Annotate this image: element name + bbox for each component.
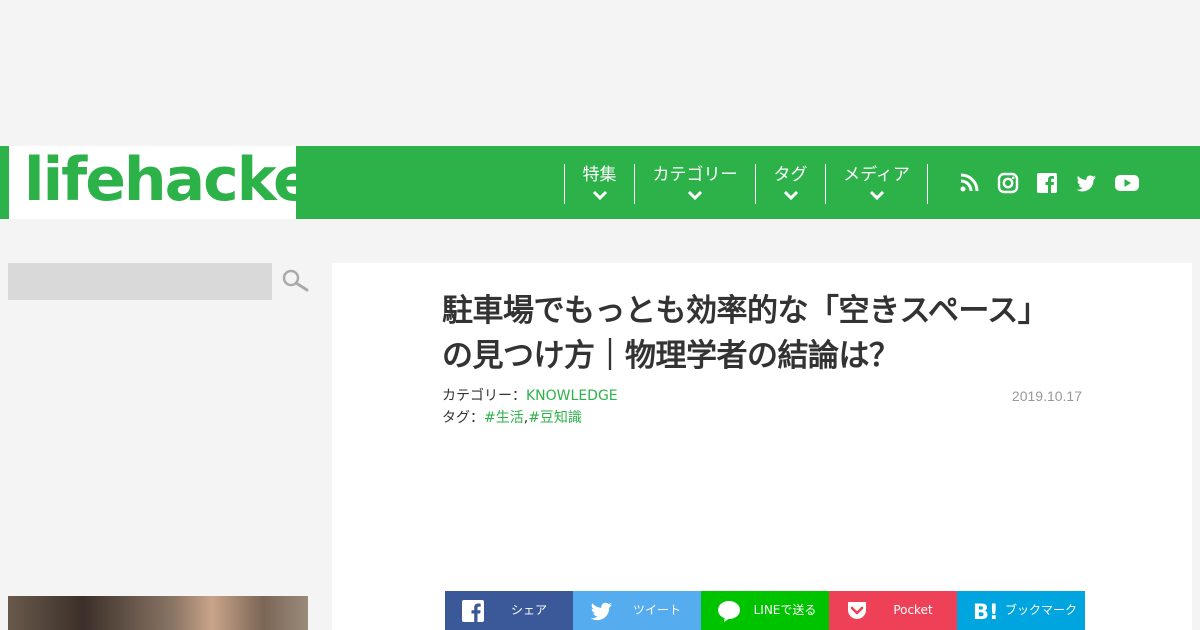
nav-item-category[interactable]: カテゴリー xyxy=(635,164,755,204)
nav-divider xyxy=(927,164,928,204)
category-label: カテゴリー： xyxy=(442,388,526,404)
chevron-down-icon xyxy=(783,190,798,200)
nav-item-media[interactable]: メディア xyxy=(826,164,927,204)
category-link[interactable]: KNOWLEDGE xyxy=(526,388,618,404)
pocket-share-button[interactable]: Pocket xyxy=(829,591,957,630)
search-icon[interactable] xyxy=(280,268,310,294)
share-label: LINEで送る xyxy=(753,603,817,617)
line-share-button[interactable]: LINEで送る xyxy=(701,591,829,630)
sidebar-article-thumbnail[interactable] xyxy=(8,596,308,630)
logo-stripe xyxy=(0,146,9,219)
article-tags: タグ：#生活,#豆知識 xyxy=(442,407,582,427)
share-label: Pocket xyxy=(893,603,933,617)
tags-label: タグ： xyxy=(442,410,484,426)
instagram-icon[interactable] xyxy=(997,172,1019,194)
nav-label: 特集 xyxy=(582,165,617,185)
article-category: カテゴリー：KNOWLEDGE xyxy=(442,385,618,405)
nav-label: メディア xyxy=(843,165,910,185)
twitter-icon[interactable] xyxy=(1075,172,1097,194)
facebook-icon[interactable] xyxy=(1036,172,1058,194)
article-date: 2019.10.17 xyxy=(1011,388,1082,404)
tag-link[interactable]: #生活 xyxy=(484,410,524,426)
chevron-down-icon xyxy=(869,190,884,200)
share-label: ブックマーク xyxy=(1004,603,1077,617)
article-card: 駐車場でもっとも効率的な「空きスペース」 の見つけ方｜物理学者の結論は？ カテゴ… xyxy=(332,263,1192,630)
article-title-line1: 駐車場でもっとも効率的な「空きスペース」 xyxy=(442,293,1049,329)
nav-label: カテゴリー xyxy=(652,165,738,185)
hatena-bookmark-share-button[interactable]: B! ブックマーク xyxy=(957,591,1085,630)
twitter-share-button[interactable]: ツイート xyxy=(573,591,701,630)
share-label: シェア xyxy=(510,603,547,617)
article-title-line2: の見つけ方｜物理学者の結論は？ xyxy=(442,338,900,374)
search-input[interactable] xyxy=(8,263,272,300)
nav-item-tags[interactable]: タグ xyxy=(756,164,825,204)
nav-label: タグ xyxy=(773,165,808,185)
chevron-down-icon xyxy=(687,190,703,200)
facebook-share-button[interactable]: シェア xyxy=(445,591,573,630)
chevron-down-icon xyxy=(592,190,607,200)
share-label: ツイート xyxy=(632,603,681,617)
rss-icon[interactable] xyxy=(958,172,980,194)
site-logo[interactable]: lifehacker xyxy=(24,140,341,220)
tag-link[interactable]: #豆知識 xyxy=(528,410,582,426)
youtube-icon[interactable] xyxy=(1114,172,1140,194)
main-navbar: 特集 カテゴリー タグ メディア xyxy=(296,146,1200,219)
article-title: 駐車場でもっとも効率的な「空きスペース」 の見つけ方｜物理学者の結論は？ xyxy=(442,289,1082,379)
nav-item-features[interactable]: 特集 xyxy=(565,164,634,204)
